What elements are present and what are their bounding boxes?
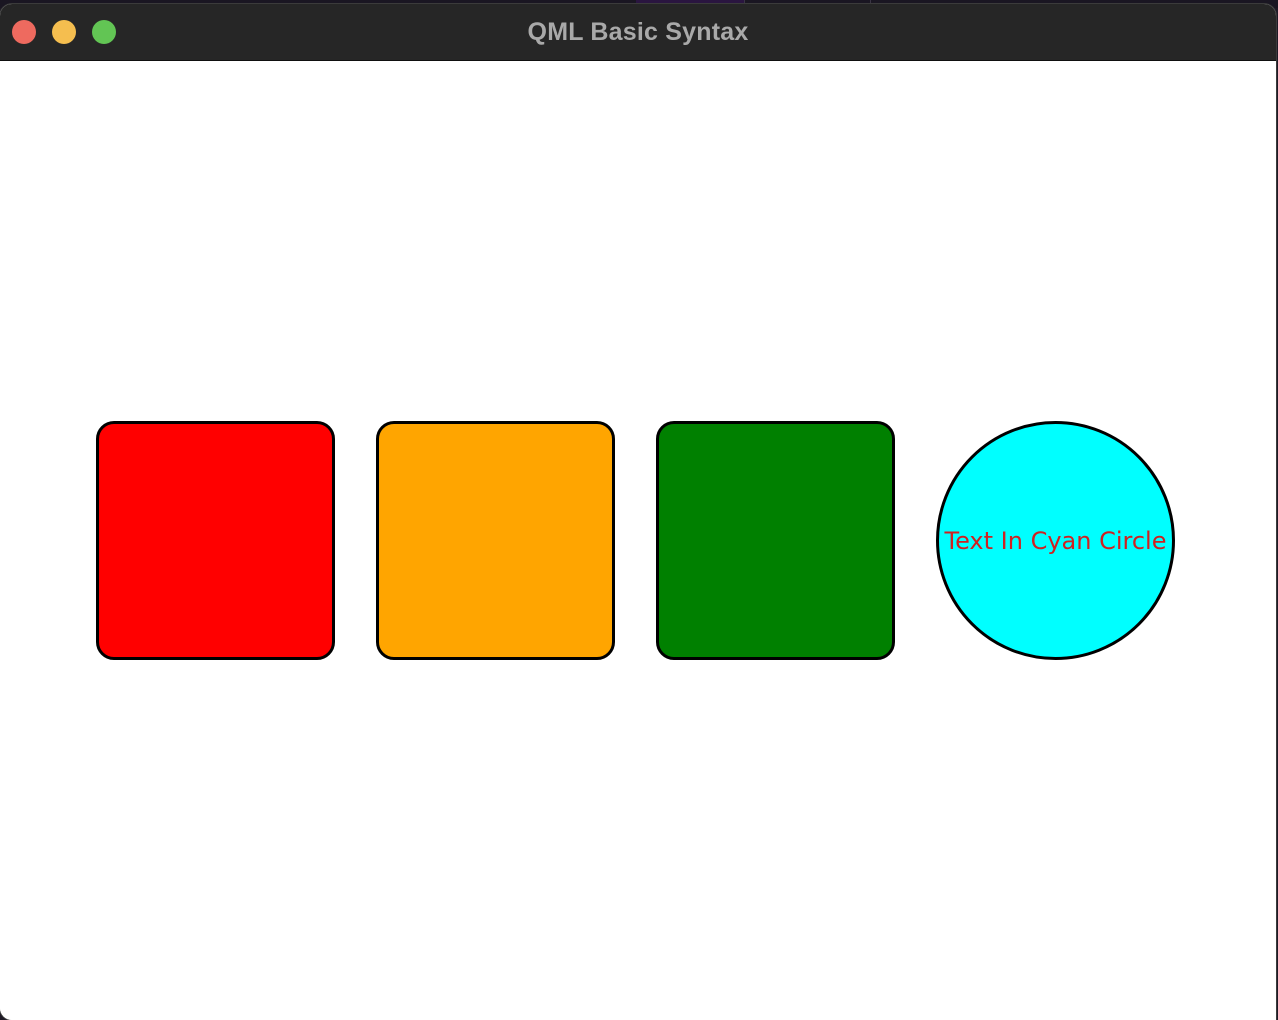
red-rectangle: [96, 421, 335, 660]
window-content: Text In Cyan Circle: [0, 61, 1276, 1020]
title-bar[interactable]: QML Basic Syntax: [0, 4, 1276, 61]
app-window: QML Basic Syntax Text In Cyan Circle: [0, 4, 1276, 1020]
cyan-circle: Text In Cyan Circle: [936, 421, 1175, 660]
orange-rectangle: [376, 421, 615, 660]
circle-label: Text In Cyan Circle: [944, 526, 1167, 555]
green-rectangle: [656, 421, 895, 660]
window-title: QML Basic Syntax: [527, 18, 749, 46]
